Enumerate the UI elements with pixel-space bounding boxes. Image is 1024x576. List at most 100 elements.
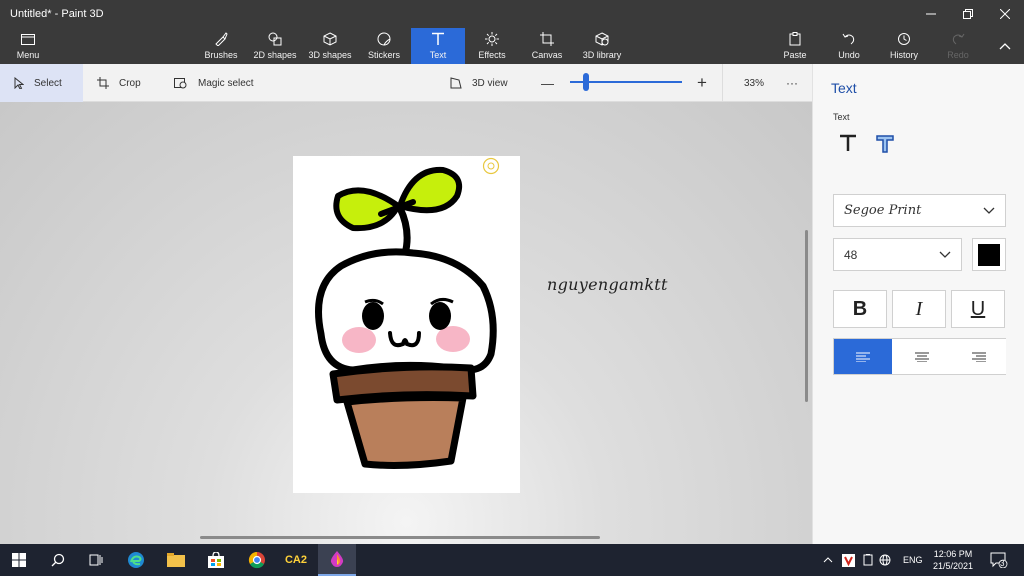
tray-app-button[interactable] [842,544,855,576]
windows-start-icon [12,553,26,567]
align-center-button[interactable] [893,339,951,374]
2d-text-icon [840,134,856,151]
magic-select-tool[interactable]: Magic select [174,64,254,102]
language-label: ENG [903,555,923,565]
crop-tool[interactable]: Crop [97,64,141,102]
edge-button[interactable] [117,544,155,576]
underline-button[interactable]: U [951,290,1005,328]
2d-shapes-label: 2D shapes [253,50,297,60]
3d-text-button[interactable] [875,134,899,156]
canvas-icon [539,31,555,47]
effects-button[interactable]: Effects [466,28,518,64]
font-size-dropdown[interactable]: 48 [833,238,962,271]
3d-shapes-icon [322,31,338,47]
chevron-up-icon [823,557,833,563]
menu-button[interactable]: Menu [2,28,54,64]
close-button[interactable] [986,0,1024,28]
drawing-canvas[interactable] [293,156,520,493]
paint-3d-icon [330,551,344,567]
text-properties-panel: Text Text Segoe Print 48 B I U [812,64,1024,544]
vertical-scrollbar[interactable] [805,230,808,402]
battery-icon [863,554,873,566]
maximize-button[interactable] [949,0,987,28]
chevron-down-icon [939,251,951,258]
select-tool[interactable]: Select [0,64,83,102]
zoom-percentage[interactable]: 33% [744,64,764,102]
history-button[interactable]: History [878,28,930,64]
effects-icon [484,31,500,47]
brushes-button[interactable]: Brushes [195,28,247,64]
search-button[interactable] [39,544,77,576]
align-left-button[interactable] [834,339,892,374]
paste-button[interactable]: Paste [769,28,821,64]
canvas-text-object[interactable]: nguyengamktt [547,275,668,294]
zoom-slider-thumb[interactable] [583,73,589,91]
close-icon [1000,9,1010,19]
minimize-button[interactable] [912,0,950,28]
3d-view-label: 3D view [472,77,508,89]
network-indicator[interactable] [879,544,891,576]
text-color-picker[interactable] [972,238,1006,271]
align-left-icon [856,352,870,362]
menu-label: Menu [16,50,40,60]
collapse-ribbon-button[interactable] [986,30,1024,62]
undo-button[interactable]: Undo [823,28,875,64]
zoom-out-label: — [541,75,554,91]
store-button[interactable] [197,544,235,576]
paste-label[interactable]: Paste [783,50,806,60]
title-bar: Untitled* - Paint 3D [0,0,1024,28]
chrome-button[interactable] [238,544,276,576]
stickers-label: Stickers [367,50,400,60]
horizontal-scrollbar[interactable] [200,536,600,539]
language-indicator[interactable]: ENG [903,544,923,576]
align-right-button[interactable] [952,339,1006,374]
3d-shapes-button[interactable]: 3D shapes [304,28,356,64]
zoom-out-button[interactable]: — [541,64,554,102]
history-label: History [889,50,918,60]
2d-text-button[interactable] [839,134,863,156]
file-explorer-button[interactable] [157,544,195,576]
more-options-button[interactable]: ··· [786,64,798,102]
font-family-dropdown[interactable]: Segoe Print [833,194,1006,227]
task-view-button[interactable] [77,544,115,576]
paint-3d-taskbar-button[interactable] [318,544,356,576]
zoom-in-button[interactable]: + [697,64,707,102]
redo-button[interactable]: Redo [932,28,984,64]
text-tool-label: Text [429,50,447,60]
action-center-button[interactable]: 3 [990,544,1008,576]
start-button[interactable] [0,544,38,576]
file-explorer-icon [167,553,185,567]
search-icon [51,553,65,567]
align-center-icon [915,352,929,362]
underline-label: U [970,297,986,320]
text-icon [430,31,446,47]
ca2-app-button[interactable]: CA2 [277,544,315,576]
chevron-up-icon [999,43,1011,50]
notification-count: 3 [1000,559,1005,568]
stickers-button[interactable]: Stickers [358,28,410,64]
edge-icon [128,552,144,568]
3d-text-icon [876,135,894,153]
3d-view-icon [450,77,462,89]
text-tool-button[interactable]: Text [411,28,465,64]
italic-button[interactable]: I [892,290,946,328]
show-hidden-icons-button[interactable] [823,544,833,576]
font-size-value: 48 [844,247,858,262]
restore-icon [963,9,973,19]
windows-taskbar: CA2 ENG 12:06 PM 21/5/2021 3 [0,544,1024,576]
store-icon [208,552,224,568]
canvas-button[interactable]: Canvas [521,28,573,64]
bold-button[interactable]: B [833,290,887,328]
3d-view-toggle[interactable]: 3D view [450,64,508,102]
history-icon [896,31,912,47]
app-header: Untitled* - Paint 3D Menu Brushes 2D sha… [0,0,1024,64]
italic-label: I [915,297,923,320]
3d-library-button[interactable]: 3D library [576,28,628,64]
notification-icon [990,552,1008,568]
2d-shapes-button[interactable]: 2D shapes [249,28,301,64]
system-clock[interactable]: 12:06 PM 21/5/2021 [928,548,978,572]
text-type-label: Text [833,112,850,122]
tool-options-bar: Select Crop Magic select 3D view — + 33%… [0,64,812,102]
battery-indicator[interactable] [862,544,874,576]
minimize-icon [926,13,936,15]
